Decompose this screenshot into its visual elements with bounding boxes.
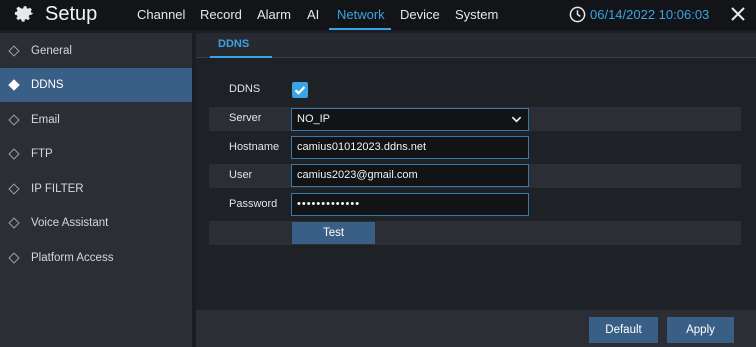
- password-input[interactable]: •••••••••••••: [291, 193, 529, 216]
- sidebar-item-voice-assistant[interactable]: Voice Assistant: [0, 206, 192, 240]
- sidebar-item-label: General: [31, 45, 72, 57]
- tab-record[interactable]: Record: [200, 7, 242, 22]
- sidebar-item-label: Platform Access: [31, 252, 114, 264]
- datetime-display: 06/14/2022 10:06:03: [569, 6, 709, 23]
- user-value: camius2023@gmail.com: [297, 169, 418, 181]
- sidebar-item-email[interactable]: Email: [0, 103, 192, 137]
- sidebar-item-general[interactable]: General: [0, 34, 192, 68]
- app-logo: Setup: [12, 2, 97, 26]
- subtab-indicator: [210, 56, 272, 58]
- sidebar-item-label: Email: [31, 114, 60, 126]
- sidebar-item-platform-access[interactable]: Platform Access: [0, 241, 192, 275]
- diamond-icon: [8, 79, 20, 91]
- tab-network[interactable]: Network: [337, 7, 385, 22]
- sidebar-item-ip-filter[interactable]: IP FILTER: [0, 172, 192, 206]
- close-icon[interactable]: [728, 4, 748, 24]
- test-button[interactable]: Test: [292, 222, 375, 244]
- sidebar-item-ddns[interactable]: DDNS: [0, 68, 192, 102]
- user-input[interactable]: camius2023@gmail.com: [291, 164, 529, 187]
- sidebar-item-ftp[interactable]: FTP: [0, 137, 192, 171]
- diamond-icon: [8, 148, 20, 160]
- server-value: NO_IP: [297, 113, 331, 125]
- password-value: •••••••••••••: [297, 198, 361, 210]
- tab-alarm[interactable]: Alarm: [257, 7, 291, 22]
- datetime-text: 06/14/2022 10:06:03: [590, 7, 710, 22]
- hostname-label: Hostname: [229, 141, 280, 153]
- sidebar-item-label: FTP: [31, 148, 53, 160]
- diamond-icon: [8, 114, 20, 126]
- diamond-icon: [8, 217, 20, 229]
- diamond-icon: [8, 183, 20, 195]
- ddns-row: DDNS: [209, 78, 741, 102]
- hostname-input[interactable]: camius01012023.ddns.net: [291, 136, 529, 159]
- default-button[interactable]: Default: [589, 317, 658, 343]
- diamond-icon: [8, 252, 20, 264]
- page-title: Setup: [45, 2, 98, 25]
- active-tab-indicator: [329, 28, 391, 30]
- tab-channel[interactable]: Channel: [137, 7, 185, 22]
- server-label: Server: [229, 112, 262, 124]
- sidebar-item-label: IP FILTER: [31, 183, 84, 195]
- subtab-ddns[interactable]: DDNS: [218, 38, 249, 50]
- subtab-bar: DDNS: [196, 33, 756, 58]
- test-row: [209, 221, 741, 245]
- tab-device[interactable]: Device: [400, 7, 440, 22]
- ddns-enable-checkbox[interactable]: [292, 82, 308, 98]
- tab-ai[interactable]: AI: [307, 7, 319, 22]
- clock-icon: [569, 6, 586, 23]
- server-select[interactable]: NO_IP: [291, 108, 529, 131]
- hostname-value: camius01012023.ddns.net: [297, 141, 427, 153]
- password-label: Password: [229, 198, 278, 210]
- user-label: User: [229, 169, 253, 181]
- sidebar-item-label: DDNS: [31, 79, 64, 91]
- tab-system[interactable]: System: [455, 7, 498, 22]
- sidebar-item-label: Voice Assistant: [31, 217, 109, 229]
- ddns-label: DDNS: [229, 83, 261, 95]
- chevron-down-icon: [511, 116, 522, 123]
- apply-button[interactable]: Apply: [667, 317, 734, 343]
- check-icon: [294, 86, 306, 95]
- gear-icon: [14, 6, 34, 22]
- diamond-icon: [8, 45, 20, 57]
